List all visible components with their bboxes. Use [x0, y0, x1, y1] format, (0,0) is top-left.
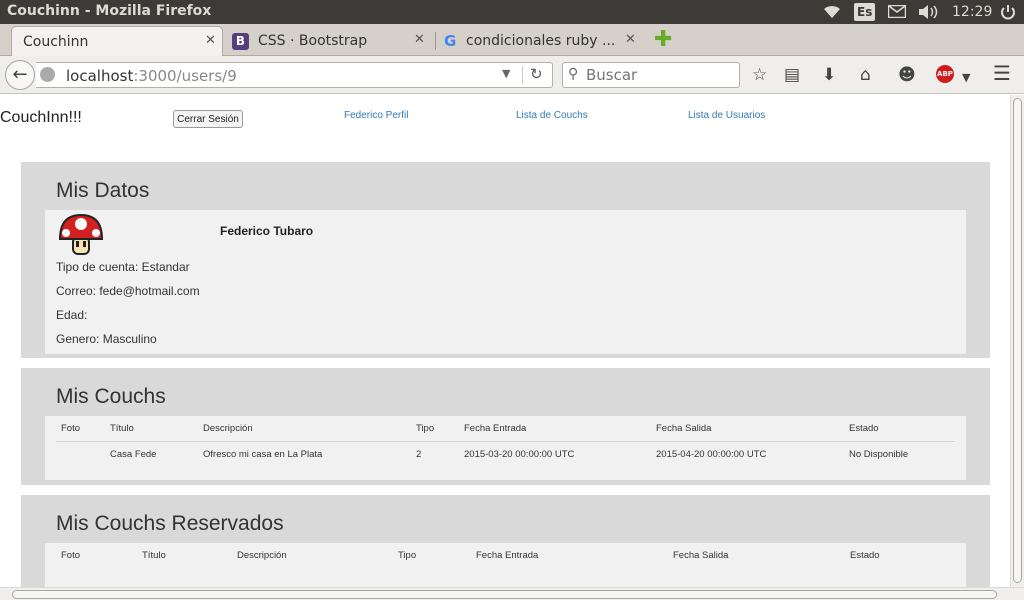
profile-heading: Mis Datos: [56, 179, 150, 202]
tab-bootstrap[interactable]: B CSS · Bootstrap ✕: [232, 26, 432, 56]
mail-icon[interactable]: [887, 4, 907, 25]
vertical-scroll-thumb[interactable]: [1013, 98, 1022, 583]
profile-account-type: Tipo de cuenta: Estandar: [56, 260, 190, 274]
column-header: Fecha Entrada: [464, 423, 527, 434]
column-header: Tipo: [416, 423, 435, 434]
profile-gender: Genero: Masculino: [56, 332, 157, 346]
cell-check-out: 2015-04-20 00:00:00 UTC: [656, 449, 767, 460]
cell-description: Ofresco mi casa en La Plata: [203, 449, 323, 460]
home-icon[interactable]: ⌂: [860, 65, 871, 85]
search-icon: ⚲: [568, 66, 579, 82]
horizontal-scrollbar[interactable]: [0, 587, 1024, 600]
search-input[interactable]: [586, 66, 736, 84]
tab-label: CSS · Bootstrap: [258, 33, 368, 49]
cell-title: Casa Fede: [110, 449, 157, 460]
google-favicon-icon: G: [444, 32, 457, 50]
profile-email: Correo: fede@hotmail.com: [56, 284, 200, 298]
vertical-scrollbar[interactable]: [1010, 95, 1024, 587]
column-header: Foto: [61, 550, 81, 561]
close-tab-icon[interactable]: ✕: [414, 32, 425, 47]
tab-label: Couchinn: [23, 34, 89, 50]
back-arrow-icon: ←: [12, 64, 28, 85]
new-tab-icon[interactable]: ✚: [654, 29, 672, 51]
keyboard-layout-indicator[interactable]: Es: [854, 3, 876, 21]
power-icon[interactable]: [1000, 4, 1016, 24]
wifi-icon[interactable]: [822, 3, 842, 23]
urlbar-separator: [522, 66, 523, 84]
horizontal-scroll-thumb[interactable]: [12, 590, 997, 599]
couchs-section: Mis Couchs Foto Título Descripción Tipo …: [21, 368, 990, 485]
column-header: Título: [142, 550, 166, 561]
table-row-divider: [56, 441, 955, 442]
nav-link-users[interactable]: Lista de Usuarios: [688, 110, 765, 121]
close-tab-icon[interactable]: ✕: [205, 33, 216, 48]
back-button[interactable]: ←: [5, 60, 35, 90]
cell-check-in: 2015-03-20 00:00:00 UTC: [464, 449, 575, 460]
adblock-menu-icon[interactable]: ▼: [962, 68, 970, 88]
site-identity-icon[interactable]: [40, 67, 55, 82]
url-path: :3000/users/9: [133, 67, 237, 85]
tab-bar: Couchinn ✕ B CSS · Bootstrap ✕ G condici…: [0, 24, 1024, 56]
close-tab-icon[interactable]: ✕: [625, 32, 636, 47]
tab-separator: [435, 32, 436, 50]
page-content: CouchInn!!! Cerrar Sesión Federico Perfi…: [0, 95, 1010, 587]
site-brand[interactable]: CouchInn!!!: [0, 109, 82, 127]
url-bar[interactable]: localhost:3000/users/9 ▼ ↻: [36, 62, 553, 88]
profile-panel: Federico Tubaro Tipo de cuenta: Estandar…: [45, 210, 966, 354]
reserved-table: Foto Título Descripción Tipo Fecha Entra…: [45, 543, 966, 587]
column-header: Descripción: [203, 423, 253, 434]
nav-link-couchs[interactable]: Lista de Couchs: [516, 110, 588, 121]
navigation-toolbar: ← localhost:3000/users/9 ▼ ↻ ⚲ ☆ ▤ ⬇ ⌂ ☻…: [0, 56, 1024, 94]
profile-name: Federico Tubaro: [220, 224, 314, 238]
column-header: Fecha Entrada: [476, 550, 539, 561]
mushroom-avatar-icon: [58, 212, 104, 258]
column-header: Título: [110, 423, 134, 434]
hamburger-menu-icon[interactable]: ☰: [993, 63, 1011, 83]
search-bar[interactable]: ⚲: [562, 62, 740, 88]
tab-google-search[interactable]: G condicionales ruby ... ✕: [444, 26, 644, 56]
nav-link-profile[interactable]: Federico Perfil: [344, 110, 408, 121]
profile-age: Edad:: [56, 308, 88, 322]
system-top-bar: Couchinn - Mozilla Firefox Es 12:29: [0, 0, 1024, 24]
profile-section: Mis Datos Federico Tubaro Tipo de cuenta…: [21, 162, 990, 358]
cell-status: No Disponible: [849, 449, 909, 460]
window-title: Couchinn - Mozilla Firefox: [7, 3, 212, 19]
column-header: Foto: [61, 423, 81, 434]
column-header: Descripción: [237, 550, 287, 561]
couchs-table: Foto Título Descripción Tipo Fecha Entra…: [45, 416, 966, 480]
column-header: Fecha Salida: [673, 550, 729, 561]
volume-icon[interactable]: [918, 4, 940, 24]
bootstrap-favicon-icon: B: [232, 33, 249, 50]
downloads-icon[interactable]: ⬇: [822, 65, 836, 85]
logout-button[interactable]: Cerrar Sesión: [173, 110, 243, 128]
column-header: Estado: [849, 423, 879, 434]
column-header: Fecha Salida: [656, 423, 712, 434]
cell-type: 2: [416, 449, 422, 460]
clock[interactable]: 12:29: [952, 4, 992, 24]
tab-label: condicionales ruby ...: [466, 33, 616, 49]
adblock-plus-icon[interactable]: ABP: [936, 65, 954, 83]
column-header: Estado: [850, 550, 880, 561]
couchs-heading: Mis Couchs: [56, 385, 166, 408]
url-host: localhost: [66, 67, 134, 85]
reading-list-icon[interactable]: ▤: [784, 65, 800, 85]
history-dropdown-icon[interactable]: ▼: [502, 67, 510, 80]
chat-icon[interactable]: ☻: [898, 65, 916, 85]
bookmark-star-icon[interactable]: ☆: [752, 65, 767, 85]
reload-icon[interactable]: ↻: [530, 65, 543, 83]
reserved-heading: Mis Couchs Reservados: [56, 512, 284, 535]
tab-couchinn[interactable]: Couchinn ✕: [11, 26, 223, 56]
reserved-section: Mis Couchs Reservados Foto Título Descri…: [21, 495, 990, 587]
url-text[interactable]: localhost:3000/users/9: [66, 67, 237, 85]
column-header: Tipo: [398, 550, 417, 561]
